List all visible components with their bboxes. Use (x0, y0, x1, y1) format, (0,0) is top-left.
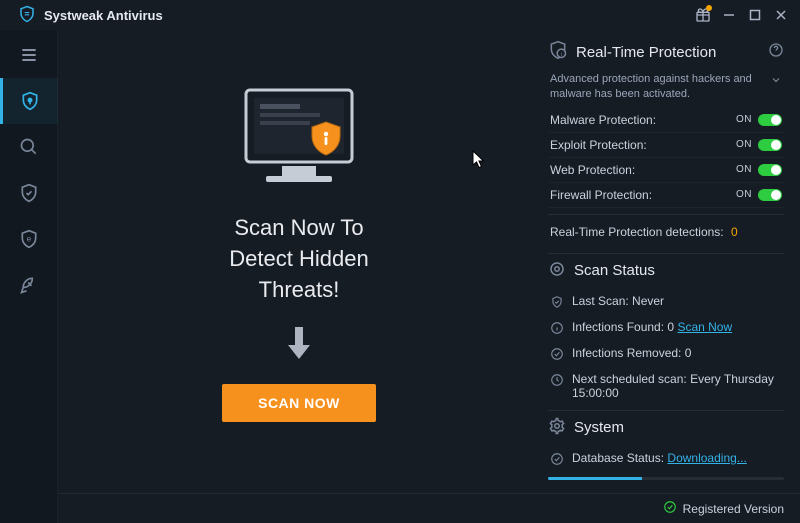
scan-now-link[interactable]: Scan Now (677, 320, 732, 334)
sidebar-item-quarantine[interactable] (0, 170, 58, 216)
close-button[interactable] (768, 2, 794, 28)
toggle-state: ON (736, 114, 752, 125)
menu-button[interactable] (0, 32, 58, 78)
database-status-row: Database Status: Downloading... (548, 447, 784, 473)
check-circle-icon (550, 347, 564, 364)
system-title: System (574, 419, 624, 436)
malware-switch[interactable] (758, 114, 782, 126)
download-progress (548, 477, 784, 480)
sidebar: e (0, 30, 58, 523)
database-status-value[interactable]: Downloading... (667, 451, 746, 465)
registered-label: Registered Version (683, 502, 784, 516)
firewall-switch[interactable] (758, 189, 782, 201)
exploit-switch[interactable] (758, 139, 782, 151)
toggle-exploit: Exploit Protection: ON (548, 133, 784, 158)
gear-icon (548, 417, 566, 439)
sidebar-item-scan[interactable] (0, 124, 58, 170)
chevron-down-icon[interactable] (770, 74, 782, 91)
footer: Registered Version (58, 493, 800, 523)
rt-detections-value: 0 (731, 225, 738, 239)
infections-removed-row: Infections Removed: 0 (548, 342, 784, 368)
toggle-state: ON (736, 189, 752, 200)
check-circle-icon (550, 452, 564, 469)
sidebar-item-boost[interactable] (0, 262, 58, 308)
sidebar-item-web[interactable]: e (0, 216, 58, 262)
shield-info-icon: i (548, 40, 568, 64)
scan-status-header: Scan Status (548, 260, 784, 282)
svg-text:i: i (561, 52, 562, 58)
rt-advanced-message: Advanced protection against hackers and … (548, 72, 784, 108)
toggle-label: Firewall Protection: (550, 188, 652, 202)
scan-now-button[interactable]: SCAN NOW (222, 384, 376, 422)
next-scan-row: Next scheduled scan: Every Thursday 15:0… (548, 368, 784, 404)
right-panel: i Real-Time Protection Advanced protecti… (540, 30, 800, 493)
app-title: Systweak Antivirus (44, 8, 163, 23)
cta-line-2: Detect Hidden (229, 244, 368, 275)
rt-title: Real-Time Protection (576, 44, 716, 61)
scan-status-icon (548, 260, 566, 282)
info-icon (550, 321, 564, 338)
center-pane: Scan Now To Detect Hidden Threats! SCAN … (58, 30, 540, 493)
cta-line-3: Threats! (229, 275, 368, 306)
infections-found-value: 0 (667, 320, 674, 334)
help-icon[interactable] (768, 42, 784, 62)
rt-protection-header: i Real-Time Protection (548, 40, 784, 64)
toggle-label: Exploit Protection: (550, 138, 647, 152)
toggle-state: ON (736, 139, 752, 150)
registered-check-icon (663, 500, 677, 517)
monitor-shield-illustration (224, 80, 374, 205)
web-switch[interactable] (758, 164, 782, 176)
cta-heading: Scan Now To Detect Hidden Threats! (229, 213, 368, 305)
app-logo-icon (18, 5, 36, 26)
maximize-button[interactable] (742, 2, 768, 28)
toggle-web: Web Protection: ON (548, 158, 784, 183)
system-header: System (548, 417, 784, 439)
titlebar: Systweak Antivirus (0, 0, 800, 30)
toggle-label: Web Protection: (550, 163, 635, 177)
toggle-state: ON (736, 164, 752, 175)
sidebar-item-protection[interactable] (0, 78, 58, 124)
arrow-down-icon (283, 323, 315, 368)
minimize-button[interactable] (716, 2, 742, 28)
rt-detections: Real-Time Protection detections: 0 (548, 221, 784, 247)
toggle-malware: Malware Protection: ON (548, 108, 784, 133)
check-shield-icon (550, 295, 564, 312)
infections-removed-value: 0 (685, 346, 692, 360)
clock-icon (550, 373, 564, 390)
scan-status-title: Scan Status (574, 262, 655, 279)
toggle-firewall: Firewall Protection: ON (548, 183, 784, 208)
infections-found-row: Infections Found: 0 Scan Now (548, 316, 784, 342)
last-scan-value: Never (632, 294, 664, 308)
cta-line-1: Scan Now To (229, 213, 368, 244)
toggle-label: Malware Protection: (550, 113, 656, 127)
gift-icon[interactable] (690, 2, 716, 28)
last-scan-row: Last Scan: Never (548, 290, 784, 316)
main-area: Scan Now To Detect Hidden Threats! SCAN … (58, 30, 800, 493)
svg-text:e: e (26, 234, 31, 244)
